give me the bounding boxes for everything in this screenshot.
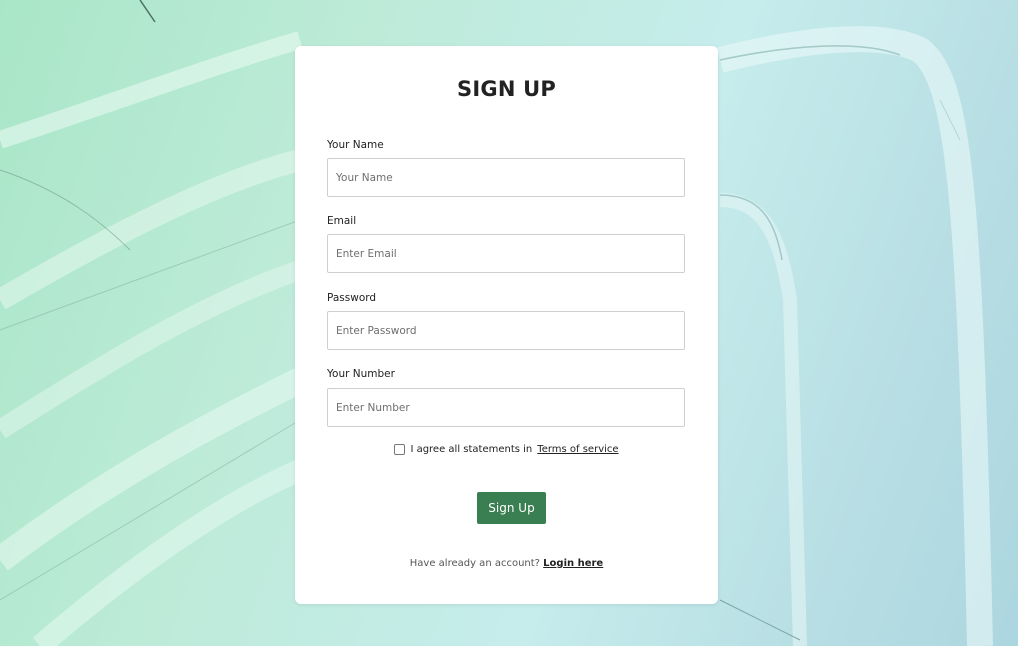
number-label: Your Number: [327, 368, 395, 380]
email-label: Email: [327, 215, 357, 227]
name-input[interactable]: [327, 158, 685, 197]
email-input[interactable]: [327, 234, 685, 273]
page-title: SIGN UP: [457, 77, 556, 101]
name-label: Your Name: [327, 139, 384, 151]
signup-button[interactable]: Sign Up: [477, 492, 546, 524]
terms-row: I agree all statements in Terms of servi…: [295, 444, 718, 455]
terms-checkbox[interactable]: [394, 444, 406, 455]
login-link[interactable]: Login here: [543, 558, 603, 569]
password-label: Password: [327, 292, 377, 304]
password-input[interactable]: [327, 311, 685, 350]
signup-card: SIGN UP Your Name Email Password Your Nu…: [295, 46, 718, 604]
login-prompt: Have already an account?: [409, 558, 540, 569]
terms-link[interactable]: Terms of service: [537, 444, 618, 455]
login-row: Have already an account? Login here: [295, 558, 718, 569]
number-input[interactable]: [327, 388, 685, 427]
terms-text: I agree all statements in: [410, 444, 533, 455]
